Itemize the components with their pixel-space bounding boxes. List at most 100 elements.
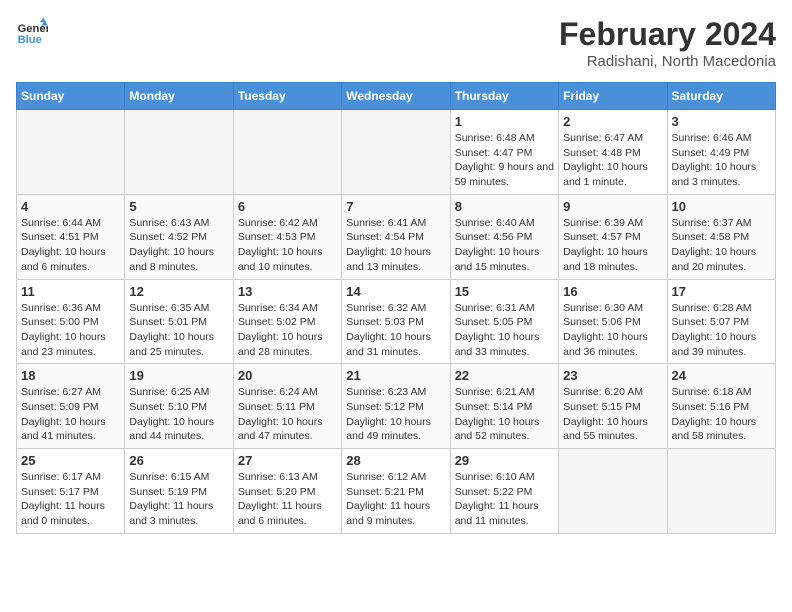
calendar-week-3: 11 Sunrise: 6:36 AM Sunset: 5:00 PM Dayli… — [17, 279, 776, 364]
calendar-cell: 21 Sunrise: 6:23 AM Sunset: 5:12 PM Dayli… — [342, 364, 450, 449]
calendar-cell — [125, 110, 233, 195]
day-info: Sunrise: 6:40 AM Sunset: 4:56 PM Dayligh… — [455, 216, 554, 275]
calendar-week-2: 4 Sunrise: 6:44 AM Sunset: 4:51 PM Daylig… — [17, 194, 776, 279]
day-number: 5 — [129, 199, 228, 214]
calendar-cell: 3Sunrise: 6:46 AM Sunset: 4:49 PM Daylig… — [667, 110, 775, 195]
day-number: 29 — [455, 453, 554, 468]
title-area: February 2024 Radishani, North Macedonia — [559, 16, 776, 70]
day-info: Sunrise: 6:12 AM Sunset: 5:21 PM Dayligh… — [346, 470, 445, 529]
day-info: Sunrise: 6:36 AM Sunset: 5:00 PM Dayligh… — [21, 301, 120, 360]
day-info: Sunrise: 6:21 AM Sunset: 5:14 PM Dayligh… — [455, 385, 554, 444]
calendar-cell: 17 Sunrise: 6:28 AM Sunset: 5:07 PM Dayli… — [667, 279, 775, 364]
day-info: Sunrise: 6:31 AM Sunset: 5:05 PM Dayligh… — [455, 301, 554, 360]
calendar-cell — [233, 110, 341, 195]
day-number: 13 — [238, 284, 337, 299]
calendar-cell: 9 Sunrise: 6:39 AM Sunset: 4:57 PM Daylig… — [559, 194, 667, 279]
day-header-friday: Friday — [559, 83, 667, 110]
day-number: 22 — [455, 368, 554, 383]
calendar-cell: 19 Sunrise: 6:25 AM Sunset: 5:10 PM Dayli… — [125, 364, 233, 449]
day-info: Sunrise: 6:10 AM Sunset: 5:22 PM Dayligh… — [455, 470, 554, 529]
day-header-wednesday: Wednesday — [342, 83, 450, 110]
day-number: 6 — [238, 199, 337, 214]
day-number: 8 — [455, 199, 554, 214]
day-number: 12 — [129, 284, 228, 299]
calendar-week-1: 1 Sunrise: 6:48 AM Sunset: 4:47 PM Daylig… — [17, 110, 776, 195]
day-info: Sunrise: 6:28 AM Sunset: 5:07 PM Dayligh… — [672, 301, 771, 360]
day-number: 7 — [346, 199, 445, 214]
calendar-cell: 16Sunrise: 6:30 AM Sunset: 5:06 PM Dayli… — [559, 279, 667, 364]
day-info: Sunrise: 6:47 AM Sunset: 4:48 PM Dayligh… — [563, 131, 662, 190]
day-info: Sunrise: 6:13 AM Sunset: 5:20 PM Dayligh… — [238, 470, 337, 529]
day-info: Sunrise: 6:44 AM Sunset: 4:51 PM Dayligh… — [21, 216, 120, 275]
calendar-cell: 11 Sunrise: 6:36 AM Sunset: 5:00 PM Dayli… — [17, 279, 125, 364]
calendar-cell: 5 Sunrise: 6:43 AM Sunset: 4:52 PM Daylig… — [125, 194, 233, 279]
day-info: Sunrise: 6:32 AM Sunset: 5:03 PM Dayligh… — [346, 301, 445, 360]
day-number: 1 — [455, 114, 554, 129]
day-number: 26 — [129, 453, 228, 468]
calendar-cell: 6 Sunrise: 6:42 AM Sunset: 4:53 PM Daylig… — [233, 194, 341, 279]
calendar-cell — [17, 110, 125, 195]
day-number: 17 — [672, 284, 771, 299]
day-number: 14 — [346, 284, 445, 299]
location-subtitle: Radishani, North Macedonia — [559, 53, 776, 70]
day-info: Sunrise: 6:30 AM Sunset: 5:06 PM Dayligh… — [563, 301, 662, 360]
calendar-cell: 26Sunrise: 6:15 AM Sunset: 5:19 PM Dayli… — [125, 449, 233, 534]
page-header: General Blue February 2024 Radishani, No… — [16, 16, 776, 70]
day-number: 15 — [455, 284, 554, 299]
day-header-tuesday: Tuesday — [233, 83, 341, 110]
calendar-cell: 18 Sunrise: 6:27 AM Sunset: 5:09 PM Dayli… — [17, 364, 125, 449]
calendar-cell: 4 Sunrise: 6:44 AM Sunset: 4:51 PM Daylig… — [17, 194, 125, 279]
calendar-cell: 28 Sunrise: 6:12 AM Sunset: 5:21 PM Dayli… — [342, 449, 450, 534]
svg-text:Blue: Blue — [18, 34, 42, 46]
day-info: Sunrise: 6:27 AM Sunset: 5:09 PM Dayligh… — [21, 385, 120, 444]
day-number: 11 — [21, 284, 120, 299]
calendar-cell: 15 Sunrise: 6:31 AM Sunset: 5:05 PM Dayli… — [450, 279, 558, 364]
calendar-cell: 24 Sunrise: 6:18 AM Sunset: 5:16 PM Dayli… — [667, 364, 775, 449]
calendar-cell — [342, 110, 450, 195]
calendar-cell: 22 Sunrise: 6:21 AM Sunset: 5:14 PM Dayli… — [450, 364, 558, 449]
calendar-cell: 20Sunrise: 6:24 AM Sunset: 5:11 PM Dayli… — [233, 364, 341, 449]
day-info: Sunrise: 6:17 AM Sunset: 5:17 PM Dayligh… — [21, 470, 120, 529]
day-number: 23 — [563, 368, 662, 383]
day-number: 4 — [21, 199, 120, 214]
day-info: Sunrise: 6:25 AM Sunset: 5:10 PM Dayligh… — [129, 385, 228, 444]
logo-icon: General Blue — [16, 16, 48, 48]
calendar-cell: 13 Sunrise: 6:34 AM Sunset: 5:02 PM Dayli… — [233, 279, 341, 364]
month-year-title: February 2024 — [559, 16, 776, 53]
calendar-cell — [667, 449, 775, 534]
day-info: Sunrise: 6:18 AM Sunset: 5:16 PM Dayligh… — [672, 385, 771, 444]
calendar-cell: 10 Sunrise: 6:37 AM Sunset: 4:58 PM Dayli… — [667, 194, 775, 279]
day-number: 27 — [238, 453, 337, 468]
calendar-cell: 14 Sunrise: 6:32 AM Sunset: 5:03 PM Dayli… — [342, 279, 450, 364]
calendar-table: SundayMondayTuesdayWednesdayThursdayFrid… — [16, 82, 776, 534]
calendar-cell: 8 Sunrise: 6:40 AM Sunset: 4:56 PM Daylig… — [450, 194, 558, 279]
day-info: Sunrise: 6:24 AM Sunset: 5:11 PM Dayligh… — [238, 385, 337, 444]
calendar-week-4: 18 Sunrise: 6:27 AM Sunset: 5:09 PM Dayli… — [17, 364, 776, 449]
calendar-cell: 29 Sunrise: 6:10 AM Sunset: 5:22 PM Dayli… — [450, 449, 558, 534]
day-number: 9 — [563, 199, 662, 214]
calendar-cell: 25Sunrise: 6:17 AM Sunset: 5:17 PM Dayli… — [17, 449, 125, 534]
day-info: Sunrise: 6:37 AM Sunset: 4:58 PM Dayligh… — [672, 216, 771, 275]
day-info: Sunrise: 6:48 AM Sunset: 4:47 PM Dayligh… — [455, 131, 554, 190]
day-number: 28 — [346, 453, 445, 468]
day-number: 24 — [672, 368, 771, 383]
calendar-cell: 2Sunrise: 6:47 AM Sunset: 4:48 PM Daylig… — [559, 110, 667, 195]
day-number: 21 — [346, 368, 445, 383]
day-number: 10 — [672, 199, 771, 214]
calendar-cell: 1 Sunrise: 6:48 AM Sunset: 4:47 PM Daylig… — [450, 110, 558, 195]
calendar-cell: 23Sunrise: 6:20 AM Sunset: 5:15 PM Dayli… — [559, 364, 667, 449]
day-info: Sunrise: 6:34 AM Sunset: 5:02 PM Dayligh… — [238, 301, 337, 360]
day-number: 18 — [21, 368, 120, 383]
day-info: Sunrise: 6:42 AM Sunset: 4:53 PM Dayligh… — [238, 216, 337, 275]
calendar-week-5: 25Sunrise: 6:17 AM Sunset: 5:17 PM Dayli… — [17, 449, 776, 534]
day-header-saturday: Saturday — [667, 83, 775, 110]
day-info: Sunrise: 6:39 AM Sunset: 4:57 PM Dayligh… — [563, 216, 662, 275]
calendar-body: 1 Sunrise: 6:48 AM Sunset: 4:47 PM Daylig… — [17, 110, 776, 534]
day-info: Sunrise: 6:43 AM Sunset: 4:52 PM Dayligh… — [129, 216, 228, 275]
day-info: Sunrise: 6:23 AM Sunset: 5:12 PM Dayligh… — [346, 385, 445, 444]
calendar-cell: 7Sunrise: 6:41 AM Sunset: 4:54 PM Daylig… — [342, 194, 450, 279]
day-header-sunday: Sunday — [17, 83, 125, 110]
day-info: Sunrise: 6:35 AM Sunset: 5:01 PM Dayligh… — [129, 301, 228, 360]
calendar-cell: 12 Sunrise: 6:35 AM Sunset: 5:01 PM Dayli… — [125, 279, 233, 364]
day-number: 19 — [129, 368, 228, 383]
